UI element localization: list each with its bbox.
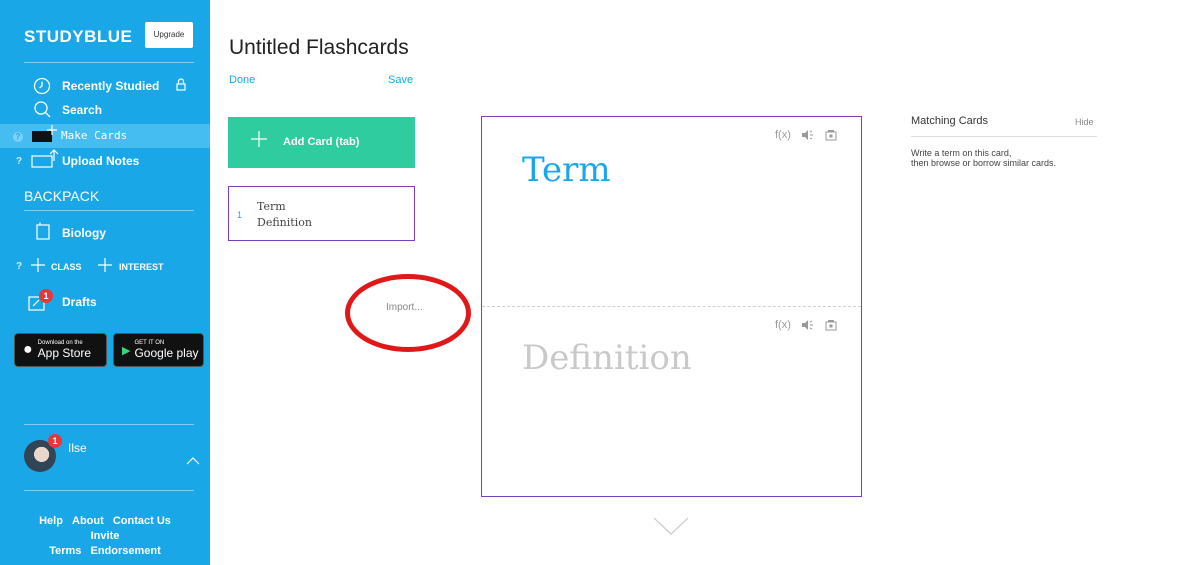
footer-links: Invite [0,530,210,542]
add-class-link[interactable]: CLASS [51,262,82,272]
card-definition: Definition [257,216,312,229]
search-icon [33,100,51,121]
help-icon[interactable]: ? [13,132,23,142]
help-icon[interactable]: ? [16,261,22,272]
sidebar-item-recently-studied[interactable]: Recently Studied [0,74,210,98]
add-interest-link[interactable]: INTEREST [119,262,164,272]
drafts-badge: 1 [39,289,53,303]
chevron-down-icon[interactable] [653,516,689,541]
footer-links: Help About Contact Us [0,515,210,527]
endorsement-link[interactable]: Endorsement [90,545,160,557]
sidebar-item-label: Upload Notes [62,154,140,168]
divider [911,136,1097,137]
upgrade-button[interactable]: Upgrade [145,22,193,48]
add-card-label: Add Card (tab) [283,136,360,148]
card-editor: f(x) Term f(x) Definition [481,116,862,497]
divider [24,210,194,211]
save-link[interactable]: Save [388,74,413,86]
add-card-button[interactable]: Add Card (tab) [228,117,415,168]
plus-icon [250,130,268,148]
invite-link[interactable]: Invite [91,530,120,542]
camera-icon[interactable] [825,129,837,144]
play-icon: ▶ [122,344,131,357]
matching-cards-hint: Write a term on this card, then browse o… [911,148,1101,168]
sidebar-item-label: Biology [62,226,106,240]
definition-input[interactable]: Definition [522,338,692,378]
studyblue-logo[interactable]: STUDYBLUE [24,27,132,47]
notebook-icon [36,222,50,243]
camera-icon[interactable] [825,319,837,334]
audio-icon[interactable] [801,129,815,144]
card-term: Term [257,200,286,213]
card-divider [482,306,861,307]
divider [24,490,194,491]
page-title[interactable]: Untitled Flashcards [229,36,409,60]
chevron-up-icon[interactable] [186,452,200,470]
lock-icon [176,78,186,95]
card-number: 1 [237,210,243,220]
formula-icon[interactable]: f(x) [775,129,791,144]
help-link[interactable]: Help [39,515,63,527]
sidebar-item-label: Drafts [62,295,97,309]
hint-line: then browse or borrow similar cards. [911,158,1057,168]
sidebar-item-biology[interactable]: Biology [0,221,210,245]
upload-icon [30,149,60,172]
footer-links: Terms Endorsement [0,545,210,557]
google-play-badge[interactable]: ▶ GET IT ON Google play [113,333,204,367]
plus-icon[interactable] [97,257,113,275]
google-play-big: Google play [134,346,199,360]
sidebar-item-upload-notes[interactable]: ? Upload Notes [0,149,210,173]
sidebar: STUDYBLUE Upgrade Recently Studied Searc… [0,0,210,565]
help-icon[interactable]: ? [16,156,22,167]
divider [24,62,194,63]
add-class-interest-row: ? CLASS INTEREST [0,254,210,278]
sidebar-item-label: Search [62,103,103,117]
matching-cards-title: Matching Cards [911,115,989,127]
terms-link[interactable]: Terms [49,545,81,557]
audio-icon[interactable] [801,319,815,334]
app-store-badge[interactable]: ● Download on the App Store [14,333,107,367]
sidebar-item-label: Make Cards [61,129,128,142]
make-cards-icon [30,124,60,147]
app-store-big: App Store [37,346,92,360]
sidebar-item-label: Recently Studied [62,79,160,93]
backpack-heading: BACKPACK [24,188,100,204]
about-link[interactable]: About [72,515,104,527]
hint-line: Write a term on this card, [911,148,1012,158]
plus-icon[interactable] [30,257,46,275]
annotation-circle [345,274,471,352]
sidebar-item-search[interactable]: Search [0,98,210,122]
contact-link[interactable]: Contact Us [113,515,171,527]
done-link[interactable]: Done [229,74,255,86]
user-name[interactable]: Ilse [68,441,87,455]
term-input[interactable]: Term [522,150,611,190]
hide-link[interactable]: Hide [1075,117,1094,127]
sidebar-item-make-cards[interactable]: ? Make Cards [0,124,210,148]
user-badge: 1 [48,434,62,448]
card-list-item[interactable]: 1 Term Definition [228,186,415,241]
clock-icon [33,77,51,98]
term-toolbar: f(x) [775,129,837,144]
formula-icon[interactable]: f(x) [775,319,791,334]
apple-icon: ● [23,341,33,358]
divider [24,424,194,425]
sidebar-item-drafts[interactable]: 1 Drafts [0,289,210,314]
definition-toolbar: f(x) [775,319,837,334]
